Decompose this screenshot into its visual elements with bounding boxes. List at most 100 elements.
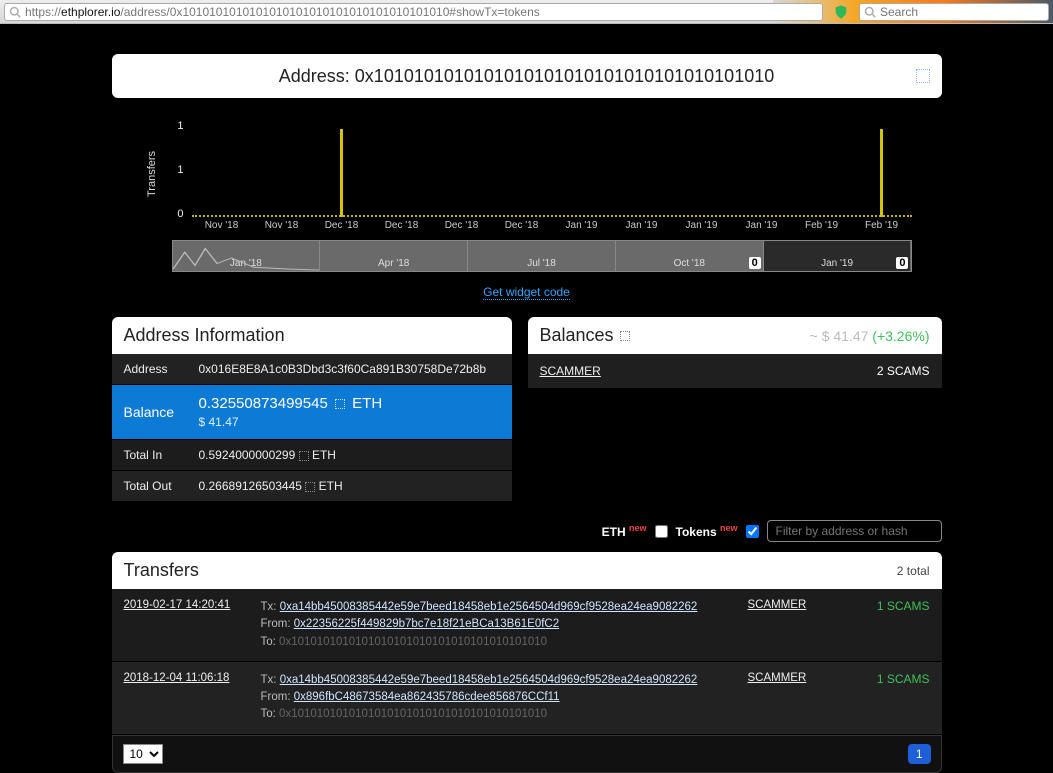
- tx-hash-link[interactable]: 0xa14bb45008385442e59e7beed18458eb1e2564…: [280, 674, 698, 686]
- chart-bar: [252, 129, 312, 217]
- balance-v: 0.32550873499545: [199, 395, 328, 412]
- search-icon: [9, 6, 21, 18]
- chart-bar: [312, 129, 372, 217]
- filter-tokens-checkbox[interactable]: [746, 525, 759, 538]
- tx-body: Tx: 0xa14bb45008385442e59e7beed18458eb1e…: [261, 599, 736, 651]
- mini-axis-label: Jan '19: [821, 258, 853, 269]
- balances-header: Balances ~ $ 41.47 (+3.26%): [528, 317, 942, 354]
- addr-row-totalin: Total In 0.5924000000299 ETH: [112, 440, 512, 471]
- chart-xtick: Dec '18: [432, 220, 492, 231]
- url-prefix: https://: [25, 5, 61, 19]
- balance-token-amt: 2 SCAMS: [877, 364, 930, 378]
- balance-token-row[interactable]: SCAMMER 2 SCAMS: [528, 354, 942, 388]
- chart-xtick: Jan '19: [612, 220, 672, 231]
- balances-panel: Balances ~ $ 41.47 (+3.26%) SCAMMER 2 SC…: [528, 317, 942, 502]
- pager: 10 1: [112, 735, 942, 773]
- balances-icon: [620, 331, 630, 341]
- mini-seg: Jan '19 0: [764, 241, 911, 271]
- chart-xtick: Dec '18: [492, 220, 552, 231]
- totalout-unit: ETH: [319, 479, 343, 493]
- address-info-panel: Address Information Address 0x016E8E8A1c…: [112, 317, 512, 502]
- chart-xtick: Jan '19: [552, 220, 612, 231]
- url-domain: ethplorer.io: [61, 5, 120, 19]
- filter-eth-label: ETH new: [602, 523, 647, 539]
- mini-end-value: 0: [896, 257, 908, 269]
- chart-ylabel: Transfers: [146, 151, 158, 197]
- chart-xtick: Nov '18: [192, 220, 252, 231]
- chart-bar: [432, 129, 492, 217]
- transfers-total: 2 total: [897, 564, 930, 578]
- get-widget-link[interactable]: Get widget code: [483, 285, 570, 300]
- eth-icon: [335, 399, 345, 409]
- page-1-button[interactable]: 1: [908, 744, 931, 764]
- browser-chrome: https://ethplorer.io/address/0x101010101…: [0, 0, 1053, 24]
- chart-bar: [612, 129, 672, 217]
- address-label: Address:: [279, 66, 350, 87]
- chart-xtick: Dec '18: [372, 220, 432, 231]
- mini-axis-label: Jul '18: [527, 258, 556, 269]
- widget-link-row: Get widget code: [112, 284, 942, 299]
- totalin-k: Total In: [124, 448, 199, 462]
- tx-date-link[interactable]: 2018-12-04 11:06:18: [124, 672, 230, 684]
- mini-chart[interactable]: Jan '18 Apr '18 Jul '18 Oct '180 Jan '19…: [172, 240, 912, 272]
- chart-bar: [552, 129, 612, 217]
- shield-icon[interactable]: [833, 4, 849, 20]
- mini-seg: Oct '180: [616, 241, 764, 271]
- balance-token-name[interactable]: SCAMMER: [540, 364, 601, 378]
- new-badge: new: [720, 523, 738, 533]
- tx-token-link[interactable]: SCAMMER: [748, 599, 807, 611]
- tx-token-link[interactable]: SCAMMER: [748, 672, 807, 684]
- browser-search-input[interactable]: [880, 5, 1044, 19]
- mini-seg: Jul '18: [468, 241, 616, 271]
- search-icon: [864, 6, 876, 18]
- new-badge: new: [629, 523, 647, 533]
- chart-ytick: 0: [177, 208, 183, 220]
- balance-k: Balance: [124, 404, 199, 420]
- qr-icon[interactable]: [916, 69, 930, 83]
- filter-tokens-label: Tokens new: [676, 523, 738, 539]
- chart-ytick: 1: [177, 120, 183, 132]
- tx-hash-link[interactable]: 0xa14bb45008385442e59e7beed18458eb1e2564…: [280, 601, 698, 613]
- tx-to: 0x10101010101010101010101010101010101010…: [279, 708, 547, 720]
- page-size-select[interactable]: 10: [123, 744, 163, 764]
- address-header: Address: 0x10101010101010101010101010101…: [112, 54, 942, 98]
- chart-xticks: Nov '18Nov '18Dec '18Dec '18Dec '18Dec '…: [192, 220, 912, 231]
- filter-input[interactable]: [767, 520, 942, 542]
- chart-bar: [672, 129, 732, 217]
- transfer-row: 2018-12-04 11:06:18Tx: 0xa14bb4500838544…: [112, 662, 942, 735]
- chart-bar: [192, 129, 252, 217]
- tx-from-link[interactable]: 0x22356225f449829b7bc7e18f21eBCa13B61E0f…: [294, 618, 559, 630]
- address-info-title: Address Information: [112, 317, 512, 354]
- tx-date: 2019-02-17 14:20:41: [124, 599, 249, 651]
- chart-ytick: 1: [177, 164, 183, 176]
- chart-xtick: Dec '18: [312, 220, 372, 231]
- tx-amount: 1 SCAMS: [850, 599, 930, 651]
- browser-search[interactable]: [859, 3, 1049, 21]
- mini-axis-label: Oct '18: [674, 258, 705, 269]
- balances-title: Balances: [540, 325, 614, 346]
- addr-row-address: Address 0x016E8E8A1c0B3Dbd3c3f60Ca891B30…: [112, 354, 512, 385]
- tx-date-link[interactable]: 2019-02-17 14:20:41: [124, 599, 231, 611]
- url-bar[interactable]: https://ethplorer.io/address/0x101010101…: [4, 3, 823, 21]
- totalout-k: Total Out: [124, 479, 199, 493]
- addr-row-balance: Balance 0.32550873499545 ETH $ 41.47: [112, 385, 512, 440]
- balance-usd: $ 41.47: [199, 415, 500, 429]
- transfers-header: Transfers 2 total: [112, 552, 942, 589]
- tx-to: 0x10101010101010101010101010101010101010…: [279, 636, 547, 648]
- mini-seg: Jan '18: [173, 241, 321, 271]
- addr-v: 0x016E8E8A1c0B3Dbd3c3f60Ca891B30758De72b…: [199, 362, 500, 376]
- chart-xtick: Jan '19: [732, 220, 792, 231]
- chart-xtick: Nov '18: [252, 220, 312, 231]
- tx-from-link[interactable]: 0x896fbC48673584ea862435786cdee856876CCf…: [294, 691, 560, 703]
- balances-approx: ~ $ 41.47: [810, 328, 869, 344]
- tx-date: 2018-12-04 11:06:18: [124, 672, 249, 724]
- tx-amount: 1 SCAMS: [850, 672, 930, 724]
- totalout-v: 0.26689126503445: [199, 479, 302, 493]
- chart-bar: [732, 129, 792, 217]
- chart-plot: [192, 127, 912, 217]
- chart-bar: [372, 129, 432, 217]
- filter-eth-checkbox[interactable]: [655, 525, 668, 538]
- tx-token: SCAMMER: [748, 672, 838, 724]
- chart-bar: [792, 129, 852, 217]
- totalin-unit: ETH: [312, 448, 336, 462]
